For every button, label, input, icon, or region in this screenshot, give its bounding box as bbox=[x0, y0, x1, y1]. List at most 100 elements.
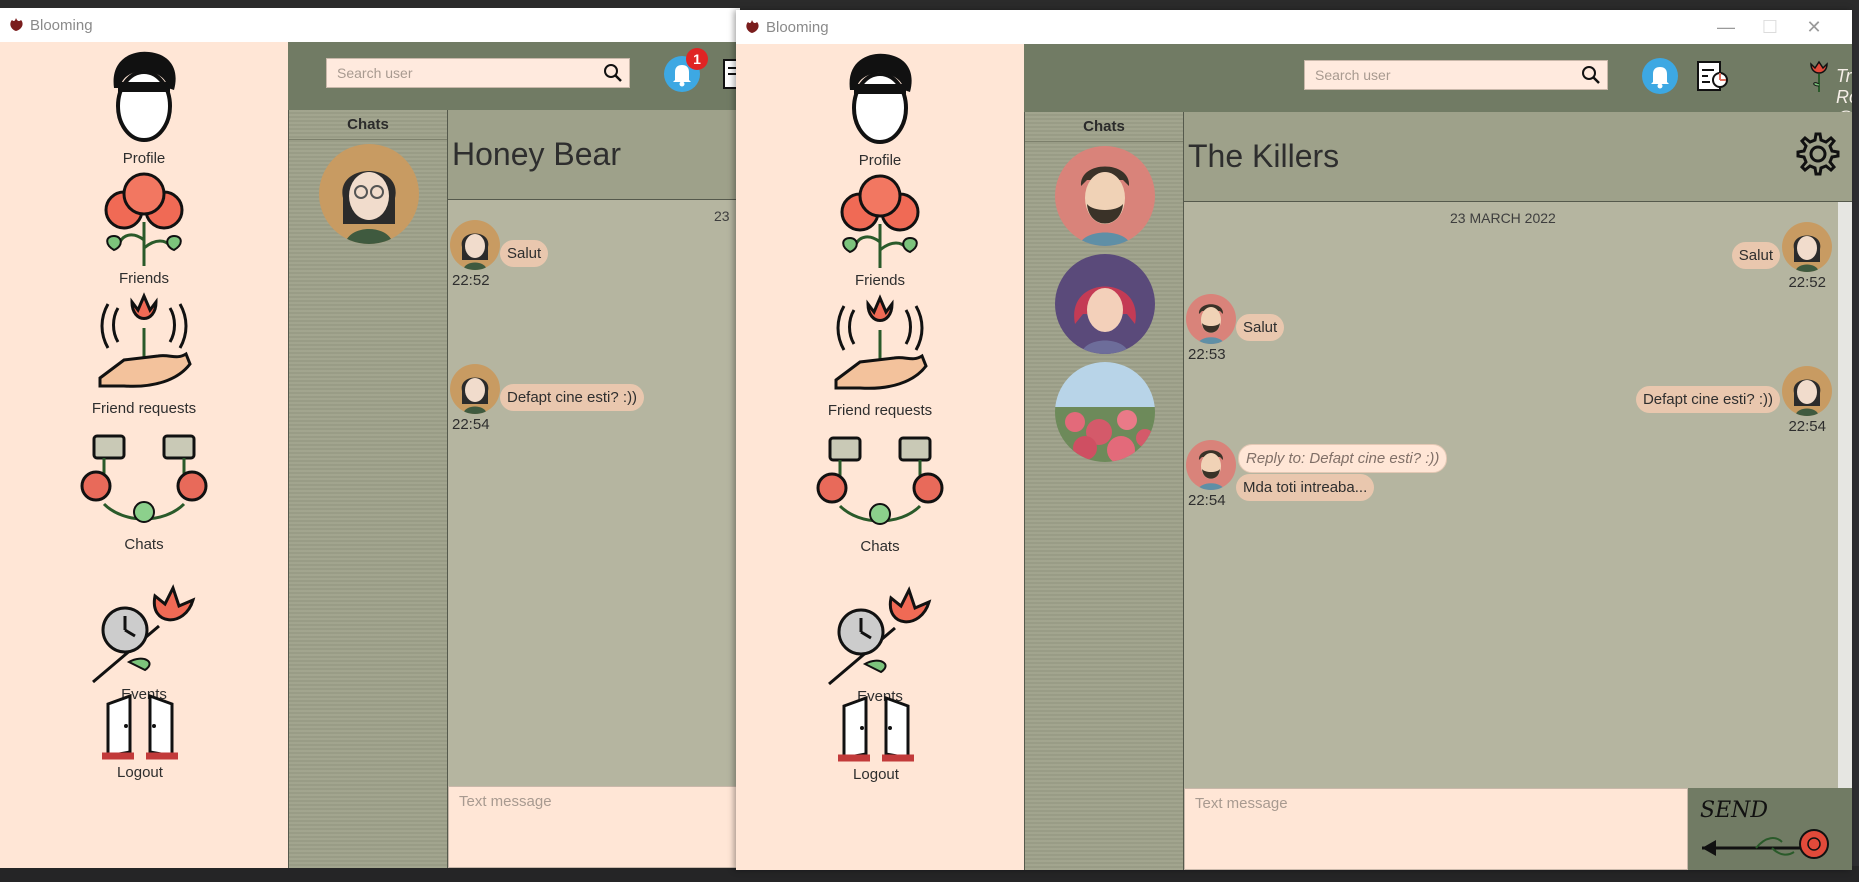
sidebar: Profile Friends Friend requests Chats Ev… bbox=[736, 44, 1024, 870]
message-input[interactable]: Text message bbox=[1195, 795, 1288, 812]
nav-friend-requests-label: Friend requests bbox=[91, 400, 197, 417]
chat-list: Chats bbox=[1024, 112, 1184, 870]
message-bubble[interactable]: Salut bbox=[1731, 242, 1780, 269]
notification-badge: 1 bbox=[686, 48, 708, 70]
close-button[interactable]: ✕ bbox=[1792, 14, 1836, 40]
nav-logout-label: Logout bbox=[117, 764, 163, 781]
avatar-red-haired-woman bbox=[1055, 254, 1155, 354]
notifications-button[interactable] bbox=[1642, 58, 1678, 94]
message-avatar bbox=[1186, 440, 1236, 490]
message-time: 22:52 bbox=[1788, 274, 1826, 291]
message-time: 22:52 bbox=[452, 272, 490, 289]
nav-logout[interactable]: Logout bbox=[736, 692, 1020, 783]
app-window-background: Blooming Profile Friends Friend requests… bbox=[0, 8, 740, 868]
rose-field-photo bbox=[1055, 362, 1155, 462]
message-composer[interactable]: Text message bbox=[1184, 788, 1688, 870]
message-avatar bbox=[450, 364, 500, 414]
conversation-title: Honey Bear bbox=[452, 136, 621, 172]
stopwatch-rose-icon bbox=[92, 584, 196, 684]
nav-friends[interactable]: Friends bbox=[0, 170, 288, 287]
header-bar: Search user Truth Rose | @honeyb bbox=[1024, 44, 1852, 128]
nav-friend-requests[interactable]: Friend requests bbox=[0, 288, 288, 417]
nav-friends-label: Friends bbox=[854, 272, 906, 289]
roses-with-speech-bubbles-icon bbox=[80, 434, 208, 523]
send-button[interactable]: SEND bbox=[1688, 788, 1852, 870]
title-bar: Blooming bbox=[0, 8, 740, 42]
message-scrollbar[interactable] bbox=[1838, 202, 1852, 788]
conversation-header: Honey Bear bbox=[448, 110, 740, 200]
nav-profile[interactable]: Profile bbox=[736, 50, 1024, 169]
conversation-title: The Killers bbox=[1188, 138, 1340, 174]
minimize-button[interactable]: — bbox=[1704, 14, 1748, 40]
profile-icon bbox=[113, 51, 176, 142]
app-logo-icon bbox=[10, 18, 23, 31]
message-time: 22:53 bbox=[1188, 346, 1226, 363]
reports-button[interactable] bbox=[1694, 58, 1730, 94]
window-title: Blooming bbox=[766, 19, 829, 36]
nav-logout-label: Logout bbox=[853, 766, 899, 783]
window-title: Blooming bbox=[30, 17, 93, 34]
reply-quote[interactable]: Reply to: Defapt cine esti? :)) bbox=[1238, 444, 1448, 473]
date-separator: 23 MARCH 2022 bbox=[1450, 210, 1556, 226]
message-avatar bbox=[1782, 222, 1832, 272]
header-bar: Search user 1 bbox=[288, 42, 740, 110]
chat-avatar-roses-group[interactable] bbox=[1055, 362, 1155, 462]
message-composer[interactable]: Text message bbox=[448, 786, 740, 868]
chat-list-heading: Chats bbox=[1025, 112, 1183, 142]
title-bar: Blooming — ☐ ✕ bbox=[736, 10, 1852, 44]
rose-bouquet-icon bbox=[104, 172, 184, 266]
message-time: 22:54 bbox=[452, 416, 490, 433]
nav-friends[interactable]: Friends bbox=[736, 172, 1024, 289]
rose-arrow-icon bbox=[1702, 829, 1829, 859]
maximize-button[interactable]: ☐ bbox=[1748, 14, 1792, 40]
rose-icon bbox=[1810, 60, 1828, 92]
message-avatar bbox=[1782, 366, 1832, 416]
message-time: 22:54 bbox=[1188, 492, 1226, 509]
app-window-foreground: Blooming — ☐ ✕ Profile Friends Friend re… bbox=[736, 10, 1852, 870]
nav-friend-requests[interactable]: Friend requests bbox=[736, 290, 1024, 419]
roses-with-speech-bubbles-icon bbox=[816, 436, 944, 525]
message-area: 23 Salut 22:52 Defapt cine esti? :)) 22:… bbox=[448, 200, 740, 786]
nav-events[interactable]: Events bbox=[0, 576, 288, 703]
nav-friend-requests-label: Friend requests bbox=[827, 402, 933, 419]
message-time: 22:54 bbox=[1788, 418, 1826, 435]
message-bubble[interactable]: Salut bbox=[500, 240, 549, 267]
message-input[interactable]: Text message bbox=[459, 793, 552, 810]
notifications-button[interactable]: 1 bbox=[664, 48, 708, 92]
message-avatar bbox=[1186, 294, 1236, 344]
nav-chats[interactable]: Chats bbox=[0, 434, 288, 553]
nav-logout[interactable]: Logout bbox=[0, 690, 284, 781]
logout-gate-icon bbox=[838, 695, 914, 762]
date-separator: 23 bbox=[714, 208, 730, 224]
search-box[interactable]: Search user bbox=[326, 58, 630, 88]
chat-avatar-honey-bear[interactable] bbox=[319, 144, 419, 244]
logout-gate-icon bbox=[102, 693, 178, 760]
nav-events[interactable]: Events bbox=[736, 578, 1024, 705]
search-icon[interactable] bbox=[603, 63, 623, 83]
chat-avatar-red-hair[interactable] bbox=[1055, 254, 1155, 354]
flower-in-hand-icon bbox=[834, 294, 928, 390]
bell-icon bbox=[1651, 67, 1669, 89]
search-icon[interactable] bbox=[1581, 65, 1601, 85]
message-bubble[interactable]: Salut bbox=[1236, 314, 1285, 341]
search-input[interactable]: Search user bbox=[1315, 67, 1390, 83]
search-box[interactable]: Search user bbox=[1304, 60, 1608, 90]
flower-in-hand-icon bbox=[98, 292, 192, 388]
message-bubble[interactable]: Defapt cine esti? :)) bbox=[500, 384, 645, 411]
gear-icon[interactable] bbox=[1790, 126, 1846, 182]
nav-profile-label: Profile bbox=[122, 150, 166, 167]
message-area: 23 MARCH 2022 Salut 22:52 Salut 22:53 De… bbox=[1184, 202, 1852, 788]
message-bubble[interactable]: Mda toti intreaba... bbox=[1236, 474, 1375, 501]
nav-profile[interactable]: Profile bbox=[0, 48, 288, 167]
stopwatch-rose-icon bbox=[828, 586, 932, 686]
nav-chats[interactable]: Chats bbox=[736, 436, 1024, 555]
chat-list-heading: Chats bbox=[289, 110, 447, 140]
chat-avatar-the-killers[interactable] bbox=[1055, 146, 1155, 246]
avatar-bearded-man bbox=[1055, 146, 1155, 246]
chat-list: Chats bbox=[288, 110, 448, 868]
nav-friends-label: Friends bbox=[118, 270, 170, 287]
message-bubble[interactable]: Defapt cine esti? :)) bbox=[1635, 386, 1780, 413]
rose-bouquet-icon bbox=[840, 174, 920, 268]
sidebar: Profile Friends Friend requests Chats Ev… bbox=[0, 42, 288, 868]
search-input[interactable]: Search user bbox=[337, 65, 412, 81]
